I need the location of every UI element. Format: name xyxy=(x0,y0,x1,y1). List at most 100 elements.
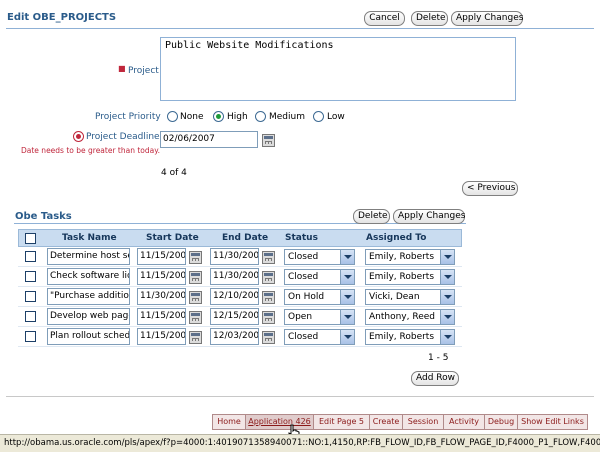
start-date-input[interactable]: 11/30/200 xyxy=(137,288,186,305)
assigned-to-value: Emily, Roberts xyxy=(369,252,435,262)
row-checkbox[interactable] xyxy=(25,251,36,262)
table-row: Check software licer 11/15/200 11/30/200… xyxy=(18,267,462,287)
start-date-input[interactable]: 11/15/200 xyxy=(137,328,186,345)
status-value: Closed xyxy=(288,332,319,342)
deadline-label: Project Deadline xyxy=(86,132,160,142)
deadline-input[interactable]: 02/06/2007 xyxy=(160,131,258,148)
end-date-input[interactable]: 11/30/200 xyxy=(210,248,259,265)
task-name-input[interactable]: "Purchase additional xyxy=(47,288,130,305)
start-date-input[interactable]: 11/15/200 xyxy=(137,248,186,265)
task-name-input[interactable]: Plan rollout schedule xyxy=(47,328,130,345)
task-name-input[interactable]: Check software licer xyxy=(47,268,130,285)
devbar-application-link[interactable]: Application 426 xyxy=(246,415,314,429)
calendar-icon[interactable] xyxy=(262,331,275,344)
apply-changes-button[interactable]: Apply Changes xyxy=(451,11,523,26)
priority-high-label: High xyxy=(227,112,248,122)
devbar-show-edit-links-link[interactable]: Show Edit Links xyxy=(518,415,587,429)
chevron-down-icon xyxy=(440,250,454,264)
record-counter: 4 of 4 xyxy=(161,168,187,178)
chevron-down-icon xyxy=(340,330,354,344)
chevron-down-icon xyxy=(340,270,354,284)
devbar-home-link[interactable]: Home xyxy=(213,415,246,429)
assigned-to-value: Vicki, Dean xyxy=(369,292,420,302)
end-date-input[interactable]: 12/15/200 xyxy=(210,308,259,325)
calendar-icon[interactable] xyxy=(189,291,202,304)
table-row: Develop web pages 11/15/200 12/15/200 Op… xyxy=(18,307,462,327)
devbar-create-link[interactable]: Create xyxy=(370,415,403,429)
end-date-input[interactable]: 11/30/200 xyxy=(210,268,259,285)
start-date-input[interactable]: 11/15/200 xyxy=(137,308,186,325)
priority-medium-label: Medium xyxy=(269,112,305,122)
column-header-task-name[interactable]: Task Name xyxy=(62,233,117,243)
chevron-down-icon xyxy=(440,330,454,344)
status-select[interactable]: Closed xyxy=(284,249,355,265)
status-value: Closed xyxy=(288,252,319,262)
required-icon: ■ xyxy=(118,64,126,73)
row-checkbox[interactable] xyxy=(25,291,36,302)
chevron-down-icon xyxy=(340,250,354,264)
status-select[interactable]: On Hold xyxy=(284,289,355,305)
priority-none-label: None xyxy=(180,112,204,122)
chevron-down-icon xyxy=(340,310,354,324)
assigned-to-select[interactable]: Emily, Roberts xyxy=(365,249,455,265)
calendar-icon[interactable] xyxy=(262,251,275,264)
priority-none-radio[interactable] xyxy=(167,111,178,122)
status-select[interactable]: Closed xyxy=(284,329,355,345)
edit-region-title: Edit OBE_PROJECTS xyxy=(7,12,117,23)
column-header-start-date[interactable]: Start Date xyxy=(146,233,199,243)
assigned-to-value: Emily, Roberts xyxy=(369,272,435,282)
table-row: "Purchase additional 11/30/200 12/10/200… xyxy=(18,287,462,307)
calendar-icon[interactable] xyxy=(189,311,202,324)
end-date-input[interactable]: 12/10/200 xyxy=(210,288,259,305)
help-icon[interactable] xyxy=(73,131,84,142)
start-date-input[interactable]: 11/15/200 xyxy=(137,268,186,285)
devbar-edit-page-link[interactable]: Edit Page 5 xyxy=(314,415,370,429)
assigned-to-select[interactable]: Emily, Roberts xyxy=(365,269,455,285)
deadline-error-text: Date needs to be greater than today. xyxy=(21,146,160,155)
row-checkbox[interactable] xyxy=(25,331,36,342)
calendar-icon[interactable] xyxy=(189,271,202,284)
assigned-to-select[interactable]: Vicki, Dean xyxy=(365,289,455,305)
status-select[interactable]: Open xyxy=(284,309,355,325)
status-value: Closed xyxy=(288,272,319,282)
previous-button[interactable]: < Previous xyxy=(462,181,518,196)
priority-high-radio[interactable] xyxy=(213,111,224,122)
project-textarea[interactable]: Public Website Modifications xyxy=(160,37,516,101)
assigned-to-value: Anthony, Reed xyxy=(369,312,435,322)
column-header-assigned-to[interactable]: Assigned To xyxy=(366,233,426,243)
page-divider xyxy=(6,396,594,397)
calendar-icon[interactable] xyxy=(189,331,202,344)
calendar-icon[interactable] xyxy=(262,311,275,324)
delete-button[interactable]: Delete xyxy=(411,11,448,26)
end-date-input[interactable]: 12/03/200 xyxy=(210,328,259,345)
task-name-input[interactable]: Determine host serve xyxy=(47,248,130,265)
tasks-delete-button[interactable]: Delete xyxy=(353,209,390,224)
select-all-checkbox[interactable] xyxy=(25,233,36,244)
calendar-icon[interactable] xyxy=(262,271,275,284)
status-value: On Hold xyxy=(288,292,325,302)
column-header-status[interactable]: Status xyxy=(285,233,318,243)
chevron-down-icon xyxy=(340,290,354,304)
priority-medium-radio[interactable] xyxy=(255,111,266,122)
priority-low-radio[interactable] xyxy=(313,111,324,122)
devbar-debug-link[interactable]: Debug xyxy=(485,415,518,429)
cancel-button[interactable]: Cancel xyxy=(364,11,405,26)
assigned-to-select[interactable]: Anthony, Reed xyxy=(365,309,455,325)
row-checkbox[interactable] xyxy=(25,311,36,322)
pagination-text: 1 - 5 xyxy=(428,353,449,363)
calendar-icon[interactable] xyxy=(262,134,275,147)
add-row-button[interactable]: Add Row xyxy=(411,371,459,386)
assigned-to-select[interactable]: Emily, Roberts xyxy=(365,329,455,345)
column-header-end-date[interactable]: End Date xyxy=(222,233,268,243)
tasks-apply-changes-button[interactable]: Apply Changes xyxy=(393,209,465,224)
devbar-activity-link[interactable]: Activity xyxy=(444,415,485,429)
devbar-session-link[interactable]: Session xyxy=(403,415,444,429)
table-row: Plan rollout schedule 11/15/200 12/03/20… xyxy=(18,327,462,347)
status-value: Open xyxy=(288,312,313,322)
calendar-icon[interactable] xyxy=(189,251,202,264)
row-checkbox[interactable] xyxy=(25,271,36,282)
calendar-icon[interactable] xyxy=(262,291,275,304)
task-name-input[interactable]: Develop web pages xyxy=(47,308,130,325)
status-select[interactable]: Closed xyxy=(284,269,355,285)
project-label: Project xyxy=(128,66,159,76)
